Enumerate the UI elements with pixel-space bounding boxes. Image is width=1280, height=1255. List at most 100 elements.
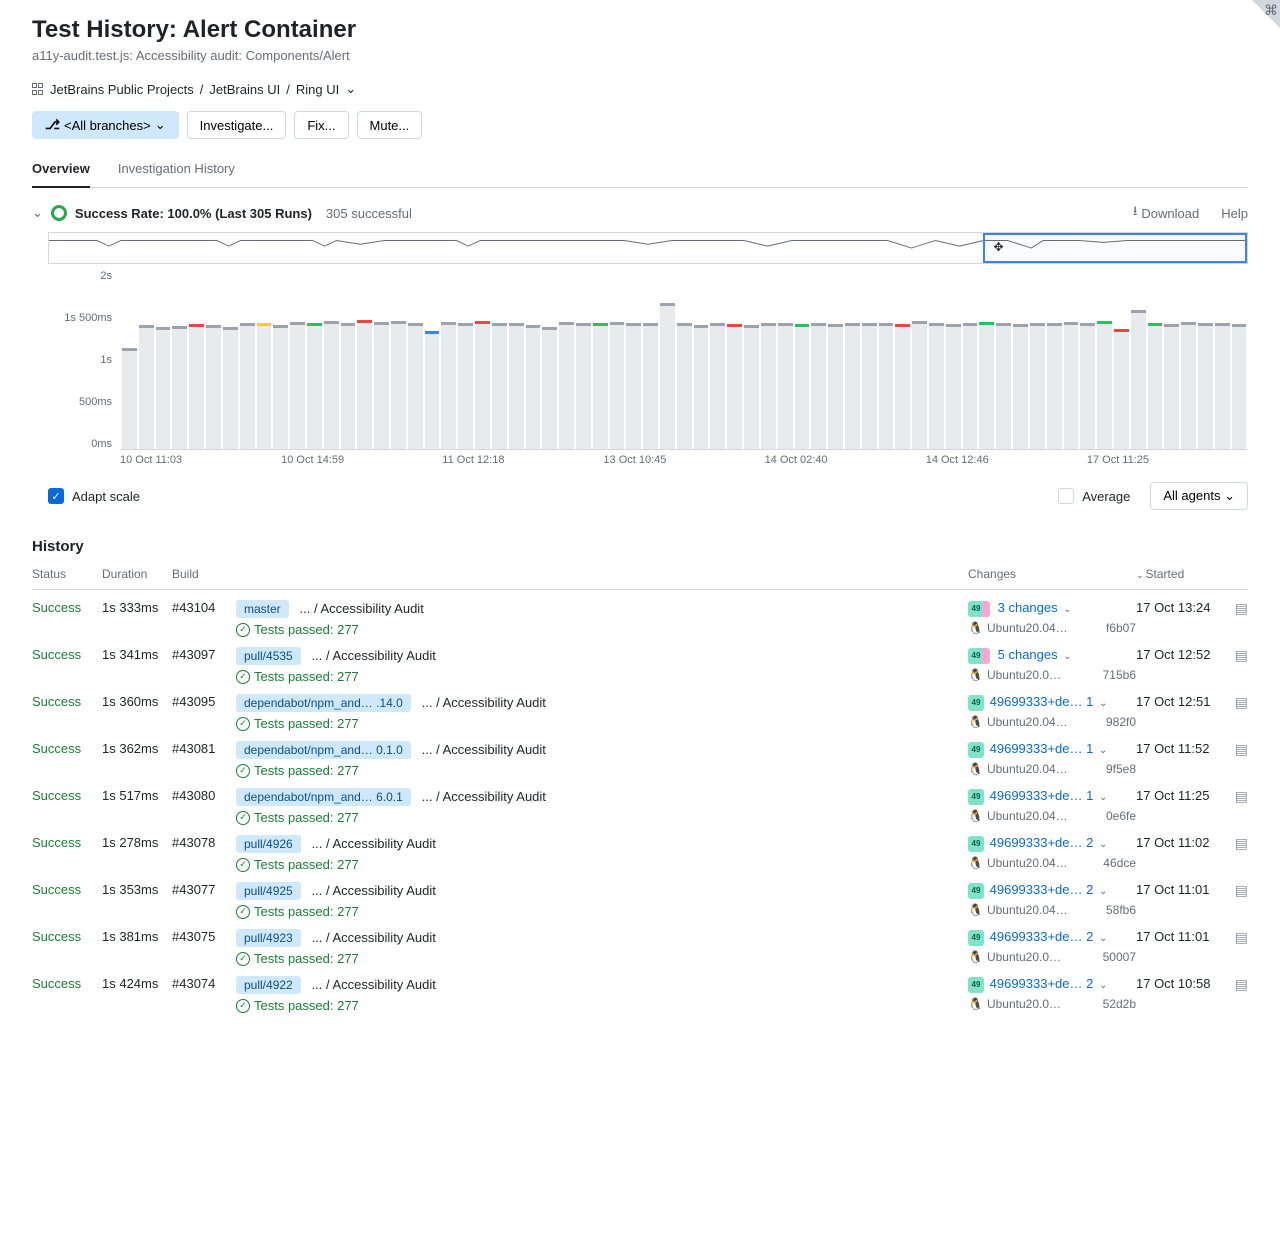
chart-bar[interactable] xyxy=(307,270,322,449)
chart-bar[interactable] xyxy=(811,270,826,449)
commit-hash[interactable]: 0e6fe xyxy=(1106,809,1136,823)
chart-bar[interactable] xyxy=(408,270,423,449)
chart-bar[interactable] xyxy=(1047,270,1062,449)
chevron-down-icon[interactable]: ⌄ xyxy=(1099,933,1107,944)
col-build[interactable]: Build xyxy=(172,567,236,581)
avatar[interactable] xyxy=(982,648,990,664)
changes-link[interactable]: 49699333+de… 2 xyxy=(990,929,1094,944)
build-cell[interactable]: #43074 xyxy=(172,976,236,991)
chart-bar[interactable] xyxy=(1064,270,1079,449)
build-path[interactable]: ... / Accessibility Audit xyxy=(312,648,436,663)
branch-tag[interactable]: pull/4925 xyxy=(236,882,301,900)
avatar[interactable]: 49 xyxy=(968,930,984,946)
chart-bar[interactable] xyxy=(1164,270,1179,449)
log-icon[interactable]: ▤ xyxy=(1235,647,1248,663)
chart-bar[interactable] xyxy=(946,270,961,449)
agent-name[interactable]: Ubuntu20.0… xyxy=(987,668,1061,682)
chart-bar[interactable] xyxy=(324,270,339,449)
chart-bar[interactable] xyxy=(290,270,305,449)
chart-bar[interactable] xyxy=(1215,270,1230,449)
agent-name[interactable]: Ubuntu20.04… xyxy=(987,715,1068,729)
chevron-down-icon[interactable]: ⌄ xyxy=(1099,886,1107,897)
chart-bar[interactable] xyxy=(526,270,541,449)
chart-bar[interactable] xyxy=(475,270,490,449)
build-cell[interactable]: #43078 xyxy=(172,835,236,850)
branch-tag[interactable]: dependabot/npm_and… 0.1.0 xyxy=(236,741,411,759)
table-row[interactable]: Success 1s 341ms #43097 pull/4535 ... / … xyxy=(32,637,1248,684)
branch-tag[interactable]: pull/4535 xyxy=(236,647,301,665)
branch-tag[interactable]: dependabot/npm_and… .14.0 xyxy=(236,694,411,712)
adapt-scale-checkbox[interactable]: ✓ xyxy=(48,488,64,504)
log-icon[interactable]: ▤ xyxy=(1235,788,1248,804)
chart-bar[interactable] xyxy=(240,270,255,449)
tab-overview[interactable]: Overview xyxy=(32,161,90,188)
chart-bar[interactable] xyxy=(677,270,692,449)
table-row[interactable]: Success 1s 424ms #43074 pull/4922 ... / … xyxy=(32,966,1248,1013)
chart-bar[interactable] xyxy=(1131,270,1146,449)
changes-link[interactable]: 49699333+de… 1 xyxy=(990,788,1094,803)
chart-bar[interactable] xyxy=(223,270,238,449)
chart-bar[interactable] xyxy=(710,270,725,449)
chart-bar[interactable] xyxy=(1030,270,1045,449)
col-duration[interactable]: Duration xyxy=(102,567,172,581)
agent-name[interactable]: Ubuntu20.04… xyxy=(987,903,1068,917)
chart-bar[interactable] xyxy=(273,270,288,449)
table-row[interactable]: Success 1s 353ms #43077 pull/4925 ... / … xyxy=(32,872,1248,919)
table-row[interactable]: Success 1s 362ms #43081 dependabot/npm_a… xyxy=(32,731,1248,778)
log-icon[interactable]: ▤ xyxy=(1235,882,1248,898)
changes-link[interactable]: 49699333+de… 2 xyxy=(990,835,1094,850)
commit-hash[interactable]: 50007 xyxy=(1103,950,1136,964)
chart-bar[interactable] xyxy=(727,270,742,449)
chart-bar[interactable] xyxy=(122,270,137,449)
log-icon[interactable]: ▤ xyxy=(1235,741,1248,757)
changes-link[interactable]: 49699333+de… 2 xyxy=(990,882,1094,897)
avatar[interactable]: 49 xyxy=(968,883,984,899)
chart-bar[interactable] xyxy=(492,270,507,449)
collapse-chevron-icon[interactable]: ⌄ xyxy=(32,205,43,221)
commit-hash[interactable]: 52d2b xyxy=(1103,997,1136,1011)
chart-bar[interactable] xyxy=(744,270,759,449)
chevron-down-icon[interactable]: ⌄ xyxy=(1063,604,1071,615)
chevron-down-icon[interactable]: ⌄ xyxy=(1063,651,1071,662)
build-cell[interactable]: #43077 xyxy=(172,882,236,897)
chart-bar[interactable] xyxy=(929,270,944,449)
chart-bar[interactable] xyxy=(156,270,171,449)
log-icon[interactable]: ▤ xyxy=(1235,929,1248,945)
chart-bar[interactable] xyxy=(1097,270,1112,449)
chart-bar[interactable] xyxy=(895,270,910,449)
chart-bar[interactable] xyxy=(374,270,389,449)
chart-bar[interactable] xyxy=(1080,270,1095,449)
agent-name[interactable]: Ubuntu20.04… xyxy=(987,621,1068,635)
commit-hash[interactable]: 9f5e8 xyxy=(1106,762,1136,776)
table-row[interactable]: Success 1s 278ms #43078 pull/4926 ... / … xyxy=(32,825,1248,872)
chevron-down-icon[interactable]: ⌄ xyxy=(1099,698,1107,709)
changes-link[interactable]: 49699333+de… 1 xyxy=(990,741,1094,756)
chart-bar[interactable] xyxy=(795,270,810,449)
chart-bar[interactable] xyxy=(828,270,843,449)
avatar[interactable]: 49 xyxy=(968,977,984,993)
log-icon[interactable]: ▤ xyxy=(1235,600,1248,616)
col-changes[interactable]: Changes xyxy=(968,567,1136,581)
agent-name[interactable]: Ubuntu20.0… xyxy=(987,997,1061,1011)
chart-bar[interactable] xyxy=(660,270,675,449)
chart-bar[interactable] xyxy=(1148,270,1163,449)
chart-bar[interactable] xyxy=(1198,270,1213,449)
investigate-button[interactable]: Investigate... xyxy=(187,111,287,139)
build-cell[interactable]: #43104 xyxy=(172,600,236,615)
chart-bar[interactable] xyxy=(912,270,927,449)
chart-bar[interactable] xyxy=(441,270,456,449)
chart-bar[interactable] xyxy=(189,270,204,449)
breadcrumb-item[interactable]: Ring UI xyxy=(296,82,339,97)
branch-selector[interactable]: ⎇ <All branches> ⌄ xyxy=(32,111,179,139)
tab-investigation-history[interactable]: Investigation History xyxy=(118,161,235,187)
chart-bar[interactable] xyxy=(542,270,557,449)
average-checkbox[interactable] xyxy=(1058,488,1074,504)
agent-name[interactable]: Ubuntu20.0… xyxy=(987,950,1061,964)
avatar[interactable]: 49 xyxy=(968,695,984,711)
mute-button[interactable]: Mute... xyxy=(357,111,423,139)
chart-bar[interactable] xyxy=(862,270,877,449)
branch-tag[interactable]: master xyxy=(236,600,289,618)
chart-bar[interactable] xyxy=(694,270,709,449)
chart-bar[interactable] xyxy=(778,270,793,449)
chevron-down-icon[interactable]: ⌄ xyxy=(1099,745,1107,756)
